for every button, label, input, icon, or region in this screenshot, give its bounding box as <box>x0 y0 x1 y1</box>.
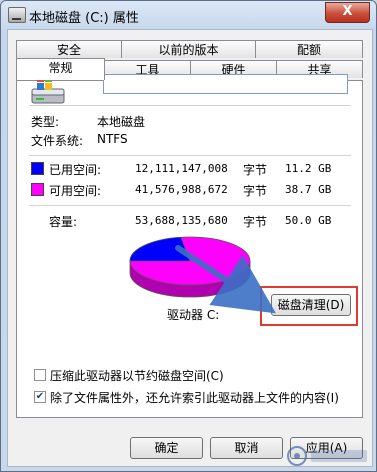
watermark-logo <box>287 446 367 466</box>
tab-quota[interactable]: 配额 <box>255 40 363 58</box>
window-title: 本地磁盘 (C:) 属性 <box>29 11 139 26</box>
used-space-swatch <box>31 162 44 175</box>
capacity-label: 容量: <box>49 215 78 229</box>
dialog-body: 安全 以前的版本 配额 常规 工具 硬件 共享 类型: 本地磁盘 文件系统: N… <box>7 29 373 467</box>
used-space-size: 11.2 GB <box>285 162 332 175</box>
capacity-unit: 字节 <box>243 215 268 229</box>
free-space-label: 可用空间: <box>49 184 102 198</box>
index-label: 除了文件属性外，还允许索引此驱动器上文件的内容(I) <box>50 391 339 405</box>
divider <box>29 155 351 156</box>
divider <box>29 105 351 106</box>
tab-previous-versions[interactable]: 以前的版本 <box>121 40 256 58</box>
drive-caption: 驱动器 C: <box>167 308 220 322</box>
used-space-unit: 字节 <box>243 163 268 177</box>
tab-general[interactable]: 常规 <box>16 58 105 80</box>
index-checkbox[interactable]: ✔ <box>34 391 46 403</box>
capacity-bytes: 53,688,135,680 <box>135 214 228 227</box>
free-space-size: 38.7 GB <box>285 183 332 196</box>
disk-cleanup-button[interactable]: 磁盘清理(D) <box>271 294 351 316</box>
properties-window: 本地磁盘 (C:) 属性 X 安全 以前的版本 配额 常规 工具 硬件 共享 类… <box>0 0 377 472</box>
drive-icon <box>8 7 26 23</box>
divider <box>29 205 351 206</box>
used-space-label: 已用空间: <box>49 163 102 177</box>
ok-button[interactable]: 确定 <box>130 437 203 459</box>
free-space-unit: 字节 <box>243 184 268 198</box>
cancel-button[interactable]: 取消 <box>210 437 283 459</box>
free-space-bytes: 41,576,988,672 <box>135 183 228 196</box>
tab-security[interactable]: 安全 <box>16 40 122 58</box>
file-system-label: 文件系统: <box>31 134 84 148</box>
drive-name-input[interactable] <box>103 74 348 94</box>
type-value: 本地磁盘 <box>97 115 146 129</box>
compress-checkbox[interactable] <box>34 369 46 381</box>
title-bar[interactable]: 本地磁盘 (C:) 属性 X <box>1 1 376 29</box>
disk-usage-pie-chart <box>129 236 251 298</box>
free-space-swatch <box>31 183 44 196</box>
pie-slice-used <box>129 236 191 262</box>
file-system-value: NTFS <box>97 132 128 146</box>
compress-label: 压缩此驱动器以节约磁盘空间(C) <box>50 369 224 383</box>
used-space-bytes: 12,111,147,008 <box>135 162 228 175</box>
capacity-size: 50.0 GB <box>285 214 332 227</box>
close-button[interactable]: X <box>325 2 370 23</box>
type-label: 类型: <box>31 115 60 129</box>
